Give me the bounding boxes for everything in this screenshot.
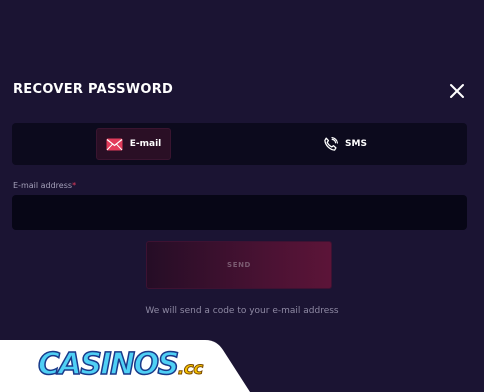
email-input[interactable]: [12, 195, 467, 230]
email-label-text: E-mail address: [13, 181, 73, 190]
tab-sms-label: SMS: [345, 139, 367, 149]
email-field-label: E-mail address*: [13, 181, 76, 190]
tab-email-label: E-mail: [129, 139, 162, 149]
recover-password-modal: RECOVER PASSWORD E-mail SMS E-mail addre…: [0, 0, 484, 392]
close-button[interactable]: [448, 82, 466, 100]
required-mark: *: [72, 181, 77, 190]
logo-tld: .cc: [177, 359, 204, 380]
tab-sms[interactable]: SMS: [315, 128, 375, 160]
envelope-icon: [106, 138, 123, 150]
close-icon: [450, 84, 464, 98]
send-button[interactable]: SEND: [146, 241, 332, 289]
casinos-logo: CASINOS.cc: [37, 346, 204, 387]
tab-email[interactable]: E-mail: [96, 128, 171, 160]
logo-text: CASINOS: [37, 346, 180, 383]
recovery-method-tabs: E-mail SMS: [12, 123, 467, 165]
phone-icon: [324, 136, 339, 151]
modal-title: RECOVER PASSWORD: [13, 82, 174, 97]
send-code-hint: We will send a code to your e-mail addre…: [145, 306, 339, 316]
